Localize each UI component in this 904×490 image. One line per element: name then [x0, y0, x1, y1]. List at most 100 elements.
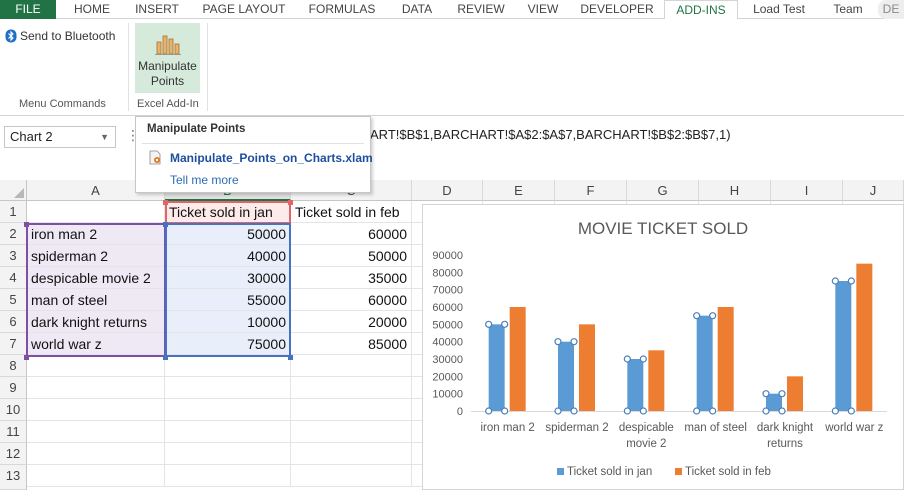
- selection-handle[interactable]: [709, 407, 717, 415]
- feb-value-cell[interactable]: 85000: [291, 333, 412, 355]
- tab-file[interactable]: FILE: [0, 0, 56, 19]
- jan-value-cell[interactable]: 55000: [165, 289, 291, 311]
- row-header-12[interactable]: 12: [0, 443, 27, 465]
- row-header-6[interactable]: 6: [0, 311, 27, 333]
- selection-handle[interactable]: [847, 407, 855, 415]
- row-header-9[interactable]: 9: [0, 377, 27, 399]
- selection-handle[interactable]: [485, 407, 493, 415]
- cell[interactable]: [165, 421, 291, 443]
- selection-handle[interactable]: [623, 355, 631, 363]
- cell[interactable]: [27, 399, 165, 421]
- tab-page-layout[interactable]: PAGE LAYOUT: [196, 0, 292, 19]
- selection-handle[interactable]: [623, 407, 631, 415]
- category-cell[interactable]: world war z: [27, 333, 165, 355]
- tab-insert[interactable]: INSERT: [128, 0, 186, 19]
- selection-handle[interactable]: [762, 390, 770, 398]
- bar-feb[interactable]: [787, 376, 803, 411]
- bar-jan[interactable]: [627, 359, 644, 411]
- category-cell[interactable]: despicable movie 2: [27, 267, 165, 289]
- selection-handle[interactable]: [501, 407, 509, 415]
- send-to-bluetooth-button[interactable]: Send to Bluetooth: [5, 27, 115, 45]
- selection-handle[interactable]: [501, 320, 509, 328]
- row-header-8[interactable]: 8: [0, 355, 27, 377]
- cell[interactable]: [27, 443, 165, 465]
- column-header-f[interactable]: F: [555, 180, 627, 201]
- column-header-g[interactable]: G: [627, 180, 699, 201]
- cell[interactable]: [27, 377, 165, 399]
- selection-handle[interactable]: [554, 338, 562, 346]
- cell[interactable]: [165, 465, 291, 487]
- selection-handle[interactable]: [693, 407, 701, 415]
- jan-value-cell[interactable]: 30000: [165, 267, 291, 289]
- manipulate-points-button[interactable]: Manipulate Points: [135, 23, 200, 93]
- select-all-corner[interactable]: [0, 180, 27, 201]
- cell[interactable]: [165, 443, 291, 465]
- column-header-h[interactable]: H: [699, 180, 771, 201]
- bar-feb[interactable]: [509, 307, 526, 411]
- tab-overflow[interactable]: DE: [878, 0, 904, 19]
- jan-value-cell[interactable]: 10000: [165, 311, 291, 333]
- feb-value-cell[interactable]: 60000: [291, 223, 412, 245]
- cell[interactable]: [165, 377, 291, 399]
- category-cell[interactable]: iron man 2: [27, 223, 165, 245]
- row-header-11[interactable]: 11: [0, 421, 27, 443]
- row-header-3[interactable]: 3: [0, 245, 27, 267]
- column-header-d[interactable]: D: [412, 180, 483, 201]
- row-header-7[interactable]: 7: [0, 333, 27, 355]
- feb-value-cell[interactable]: 50000: [291, 245, 412, 267]
- cell[interactable]: [27, 421, 165, 443]
- tab-add-ins[interactable]: ADD-INS: [664, 0, 738, 20]
- bar-feb[interactable]: [648, 350, 665, 411]
- selection-handle[interactable]: [639, 407, 647, 415]
- selection-handle[interactable]: [762, 407, 770, 415]
- bar-jan[interactable]: [488, 324, 505, 411]
- bar-jan[interactable]: [835, 281, 852, 411]
- cell[interactable]: [291, 355, 412, 377]
- jan-value-cell[interactable]: 50000: [165, 223, 291, 245]
- tooltip-file-link[interactable]: Manipulate_Points_on_Charts.xlam: [148, 150, 373, 166]
- cell[interactable]: [27, 465, 165, 487]
- header-cell-b[interactable]: Ticket sold in jan: [165, 201, 291, 223]
- column-header-i[interactable]: I: [771, 180, 843, 201]
- category-cell[interactable]: dark knight returns: [27, 311, 165, 333]
- bar-jan[interactable]: [696, 315, 713, 411]
- category-cell[interactable]: spiderman 2: [27, 245, 165, 267]
- selection-handle[interactable]: [485, 320, 493, 328]
- feb-value-cell[interactable]: 35000: [291, 267, 412, 289]
- feb-value-cell[interactable]: 20000: [291, 311, 412, 333]
- chart-movie-ticket-sold[interactable]: MOVIE TICKET SOLD 0 10000 20000 30000 40000 50…: [422, 204, 904, 490]
- tab-view[interactable]: VIEW: [520, 0, 566, 19]
- selection-handle[interactable]: [554, 407, 562, 415]
- category-cell[interactable]: man of steel: [27, 289, 165, 311]
- tab-load-test[interactable]: Load Test: [744, 0, 814, 19]
- tell-me-more-link[interactable]: Tell me more: [170, 173, 239, 187]
- cell[interactable]: [291, 377, 412, 399]
- selection-handle[interactable]: [570, 407, 578, 415]
- cell[interactable]: [165, 399, 291, 421]
- bar-feb[interactable]: [856, 263, 873, 411]
- bar-feb[interactable]: [717, 307, 734, 411]
- tab-review[interactable]: REVIEW: [452, 0, 510, 19]
- column-header-j[interactable]: J: [843, 180, 904, 201]
- cell[interactable]: [27, 355, 165, 377]
- header-cell-c[interactable]: Ticket sold in feb: [291, 201, 412, 223]
- cell[interactable]: [291, 421, 412, 443]
- cell[interactable]: [291, 399, 412, 421]
- selection-handle[interactable]: [831, 407, 839, 415]
- formula-input[interactable]: ART!$B$1,BARCHART!$A$2:$A$7,BARCHART!$B$…: [370, 127, 731, 142]
- bar-jan[interactable]: [558, 341, 574, 411]
- jan-value-cell[interactable]: 75000: [165, 333, 291, 355]
- column-header-e[interactable]: E: [483, 180, 555, 201]
- selection-handle[interactable]: [639, 355, 647, 363]
- tab-team[interactable]: Team: [822, 0, 874, 19]
- row-header-13[interactable]: 13: [0, 465, 27, 490]
- tab-home[interactable]: HOME: [64, 0, 120, 19]
- selection-handle[interactable]: [570, 338, 578, 346]
- selection-handle[interactable]: [778, 407, 786, 415]
- selection-handle[interactable]: [709, 312, 717, 320]
- tab-data[interactable]: DATA: [392, 0, 442, 19]
- name-box[interactable]: Chart 2 ▼: [4, 126, 116, 148]
- bar-feb[interactable]: [579, 324, 595, 411]
- selection-handle[interactable]: [778, 390, 786, 398]
- feb-value-cell[interactable]: 60000: [291, 289, 412, 311]
